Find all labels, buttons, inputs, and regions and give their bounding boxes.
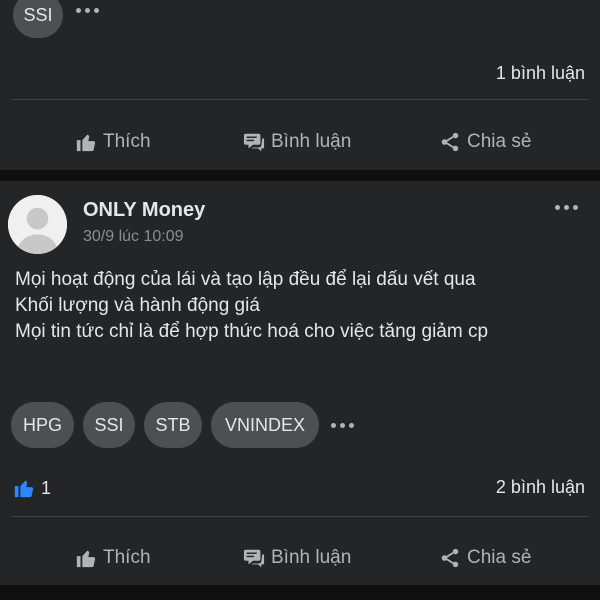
share-label: Chia sẻ bbox=[467, 131, 532, 152]
share-icon bbox=[441, 132, 459, 152]
ticker-tag-hpg[interactable]: HPG bbox=[11, 402, 74, 448]
comment-icon bbox=[243, 549, 265, 568]
like-reaction-icon bbox=[14, 480, 34, 498]
post-body: Mọi hoạt động của lái và tạo lập đều để … bbox=[15, 267, 590, 345]
ticker-tag-label: VNINDEX bbox=[224, 414, 305, 435]
post-line: Mọi tin tức chỉ là để hợp thức hoá cho v… bbox=[15, 321, 489, 342]
thumbs-up-icon bbox=[76, 550, 96, 568]
post-timestamp[interactable]: 30/9 lúc 10:09 bbox=[83, 228, 184, 246]
likes-count: 1 bbox=[41, 477, 52, 498]
share-icon bbox=[441, 548, 459, 568]
share-label: Chia sẻ bbox=[467, 547, 532, 568]
comment-label: Bình luận bbox=[271, 547, 352, 568]
ticker-tag-ssi[interactable]: SSI bbox=[83, 402, 135, 448]
post-options-icon[interactable] bbox=[555, 205, 578, 210]
post-card: ONLY Money 30/9 lúc 10:09 Mọi hoạt động … bbox=[0, 181, 600, 585]
default-avatar-icon bbox=[8, 195, 67, 254]
more-tags-icon[interactable] bbox=[76, 8, 99, 13]
previous-post-card: SSI 1 bình luận Thích Bình luận Chia sẻ bbox=[0, 0, 600, 170]
thumbs-up-icon bbox=[76, 134, 96, 152]
like-label: Thích bbox=[103, 131, 151, 152]
divider bbox=[12, 516, 588, 517]
ticker-tag-label: SSI bbox=[23, 4, 53, 25]
author-name[interactable]: ONLY Money bbox=[83, 199, 205, 222]
ticker-tag-label: SSI bbox=[94, 414, 124, 435]
ticker-tag-label: HPG bbox=[22, 414, 62, 435]
likes-summary[interactable]: 1 bbox=[13, 477, 51, 499]
share-button[interactable]: Chia sẻ bbox=[439, 120, 531, 164]
comment-button[interactable]: Bình luận bbox=[243, 536, 351, 580]
post-line: Mọi hoạt động của lái và tạo lập đều để … bbox=[15, 269, 476, 290]
like-label: Thích bbox=[103, 547, 151, 568]
share-button[interactable]: Chia sẻ bbox=[439, 536, 531, 580]
action-bar: Thích Bình luận Chia sẻ bbox=[0, 536, 600, 580]
ticker-tag[interactable]: SSI bbox=[13, 0, 63, 38]
divider bbox=[12, 99, 588, 100]
like-button[interactable]: Thích bbox=[75, 120, 151, 164]
comment-button[interactable]: Bình luận bbox=[243, 120, 351, 164]
ticker-tag-stb[interactable]: STB bbox=[144, 402, 202, 448]
post-line: Khối lượng và hành động giá bbox=[15, 295, 260, 316]
action-bar: Thích Bình luận Chia sẻ bbox=[0, 120, 600, 164]
comments-count[interactable]: 2 bình luận bbox=[496, 477, 585, 498]
ticker-tag-label: STB bbox=[155, 414, 191, 435]
ticker-tag-vnindex[interactable]: VNINDEX bbox=[211, 402, 319, 448]
comment-icon bbox=[243, 133, 265, 152]
comments-count[interactable]: 1 bình luận bbox=[496, 63, 585, 84]
avatar[interactable] bbox=[8, 195, 67, 254]
like-button[interactable]: Thích bbox=[75, 536, 151, 580]
more-tags-icon[interactable] bbox=[331, 423, 354, 428]
comment-label: Bình luận bbox=[271, 131, 352, 152]
